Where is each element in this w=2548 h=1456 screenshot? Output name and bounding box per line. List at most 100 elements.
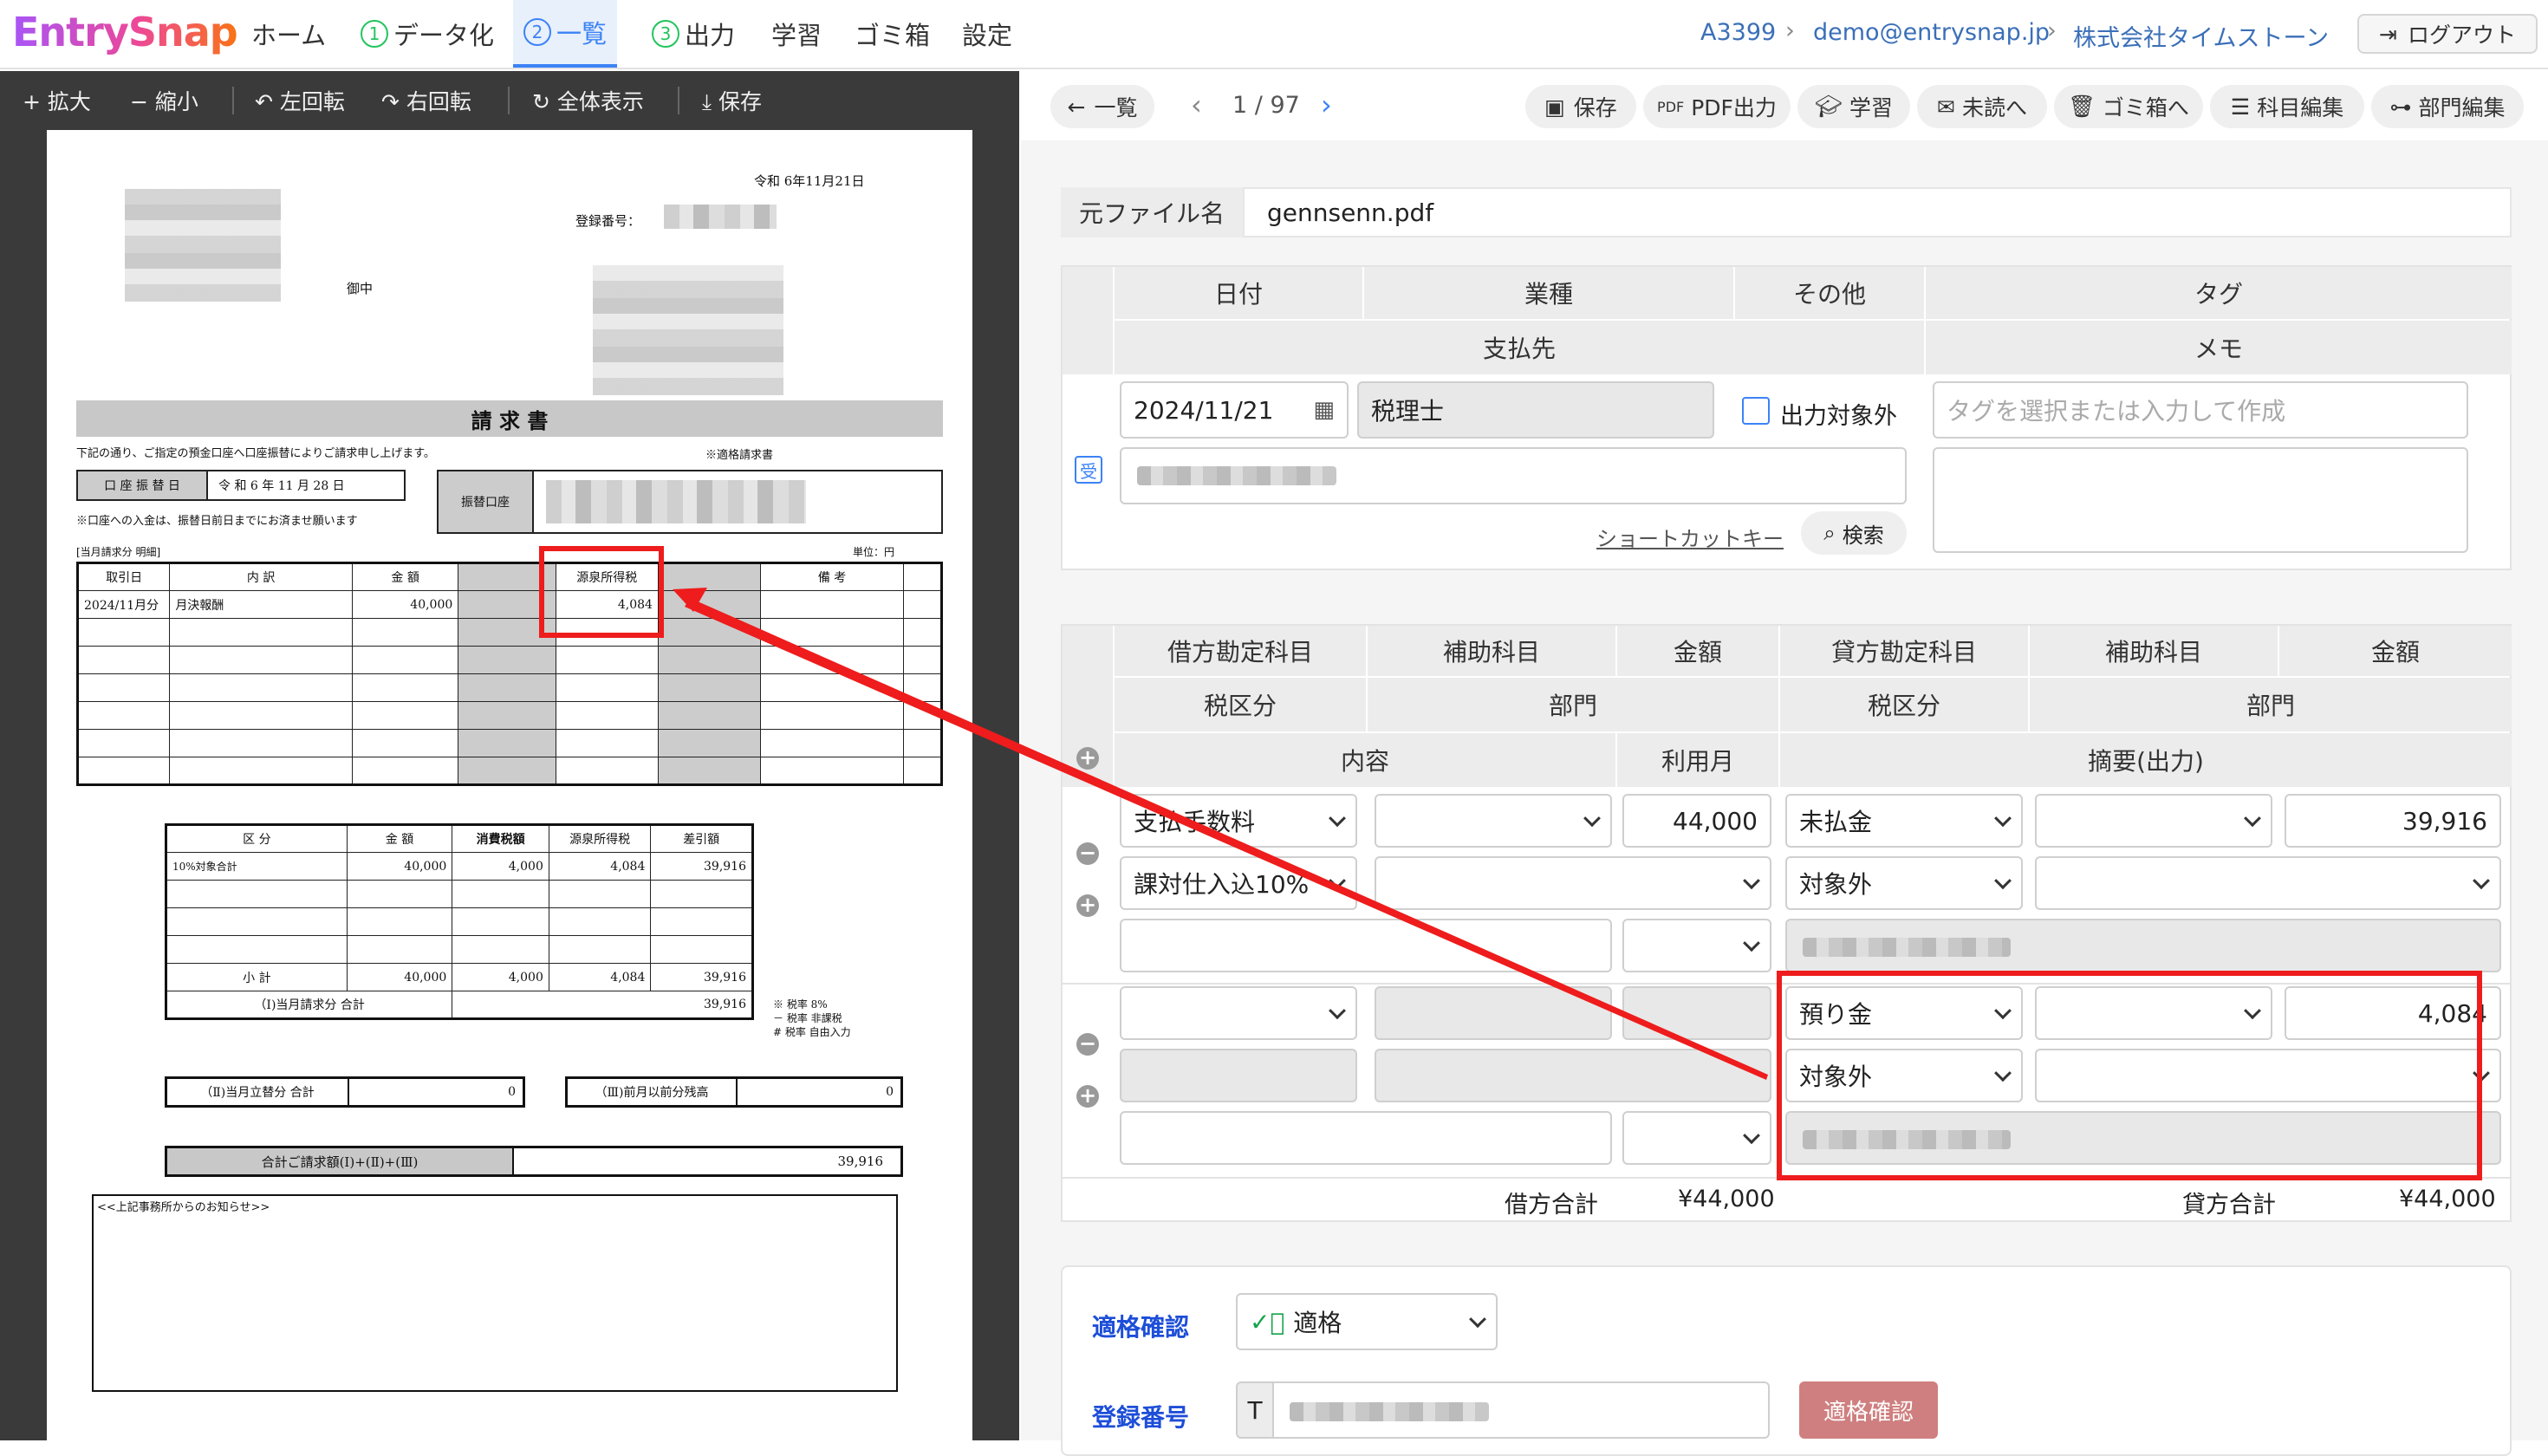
nav-step2[interactable]: 2 一覧	[513, 0, 618, 68]
plus-icon[interactable]: +	[1076, 894, 1099, 917]
summary-output[interactable]	[1785, 919, 2501, 972]
total3-label: （Ⅲ)前月以前分残高	[568, 1079, 738, 1105]
breadcrumb-user[interactable]: demo@entrysnap.jp	[1813, 19, 2050, 46]
exclude-checkbox[interactable]	[1742, 397, 1770, 425]
viewer-save-button[interactable]: ⤓ 保存	[702, 85, 762, 116]
next-page-icon[interactable]: ›	[1321, 88, 1332, 121]
summary-cell: 39,916	[650, 852, 753, 881]
app-logo[interactable]: EntrySnap	[12, 9, 238, 55]
debit-tax-select[interactable]	[1120, 1049, 1357, 1102]
viewer-save-label: 保存	[718, 89, 763, 114]
minus-icon[interactable]: −	[1076, 1033, 1099, 1056]
chevron-right-icon: ›	[2047, 17, 2057, 44]
qualify-value: 適格	[1293, 1309, 1342, 1337]
qualify-label: 適格確認	[1092, 1313, 1190, 1342]
nav-learn-label: 学習	[771, 21, 822, 50]
move-to-trash-button[interactable]: 🗑︎ ゴミ箱へ	[2054, 85, 2203, 128]
mark-unread-button[interactable]: ✉ 未読へ	[1917, 85, 2047, 128]
shortcut-link[interactable]: ショートカットキー	[1596, 522, 1784, 552]
debit-dept-select[interactable]	[1375, 856, 1771, 910]
nav-trash[interactable]: ゴミ箱	[855, 0, 930, 68]
debit-account-select[interactable]: 支払手数料	[1120, 794, 1357, 848]
fit-view-button[interactable]: ↻ 全体表示	[532, 85, 644, 116]
date-value: 2024/11/21	[1134, 395, 1274, 425]
zoom-out-button[interactable]: − 縮小	[130, 85, 198, 116]
pdf-export-button[interactable]: PDF PDF出力	[1643, 85, 1791, 128]
save-button[interactable]: ▣ 保存	[1525, 85, 1636, 128]
calendar-icon[interactable]: ▦	[1313, 397, 1335, 423]
nav-home[interactable]: ホーム	[251, 0, 326, 68]
debit-total-value: ¥44,000	[1678, 1186, 1775, 1212]
rotate-right-button[interactable]: ↷ 右回転	[381, 85, 471, 116]
detail-col: 内 訳	[169, 562, 353, 591]
check-circle-icon: ✓⃝	[1250, 1307, 1285, 1336]
nav-settings[interactable]: 設定	[962, 0, 1012, 68]
tag-input[interactable]: タグを選択または入力して作成	[1933, 381, 2468, 439]
logout-icon: ⇥	[2379, 21, 2397, 47]
debit-tax-value: 課対仕入込10%	[1134, 870, 1310, 899]
tax-legend: # 税率 自由入力	[773, 1026, 851, 1038]
edit-departments-button[interactable]: ⊶ 部門編集	[2371, 85, 2524, 128]
logout-button[interactable]: ⇥ ログアウト	[2357, 14, 2538, 54]
credit-sub-select[interactable]	[2035, 794, 2272, 848]
received-badge[interactable]: 受	[1075, 456, 1102, 484]
learn-button[interactable]: 🎓︎ 学習	[1797, 85, 1910, 128]
content-input[interactable]	[1120, 919, 1612, 972]
breadcrumb-account[interactable]: A3399	[1700, 19, 1776, 46]
detail-cell	[902, 590, 943, 619]
qualification-card: 適格確認 ✓⃝ 適格 登録番号 T 適格確認	[1061, 1265, 2512, 1456]
nav-learn[interactable]: 学習	[771, 0, 822, 68]
industry-value: 税理士	[1371, 397, 1445, 426]
chevron-down-icon	[1743, 1127, 1760, 1145]
minus-icon[interactable]: −	[1076, 842, 1099, 865]
debit-tax-select[interactable]: 課対仕入込10%	[1120, 856, 1357, 910]
header-gutter	[1063, 267, 1113, 374]
back-to-list-button[interactable]: ← 一覧	[1050, 85, 1154, 128]
registration-number-input[interactable]	[1272, 1381, 1770, 1439]
debit-sub-select[interactable]	[1375, 986, 1612, 1040]
table-row	[76, 701, 943, 730]
content-input[interactable]	[1120, 1111, 1612, 1165]
withholding-highlight	[539, 546, 664, 638]
debit-account-select[interactable]	[1120, 986, 1357, 1040]
debit-amount-input[interactable]	[1622, 986, 1771, 1040]
credit-dept-select[interactable]	[2035, 856, 2501, 910]
month-select[interactable]	[1622, 1111, 1771, 1165]
detail-col: 備 考	[760, 562, 904, 591]
qualify-select[interactable]: ✓⃝ 適格	[1236, 1293, 1498, 1350]
credit-tax-select[interactable]: 対象外	[1785, 856, 2023, 910]
month-select[interactable]	[1622, 919, 1771, 972]
back-to-list-label: 一覧	[1094, 95, 1138, 120]
search-button[interactable]: ⌕ 検索	[1801, 511, 1907, 555]
unit-label: 単位：円	[853, 546, 895, 558]
breadcrumb-company[interactable]: 株式会社タイムストーン	[2073, 19, 2329, 53]
date-input[interactable]: 2024/11/21 ▦	[1120, 381, 1349, 439]
registration-redacted	[664, 205, 777, 229]
payee-input[interactable]	[1120, 447, 1907, 504]
summary-cell: 40,000	[346, 852, 453, 881]
summary-cell: 40,000	[346, 963, 453, 991]
plus-icon[interactable]: +	[1076, 747, 1099, 770]
edit-accounts-button[interactable]: ☰ 科目編集	[2210, 85, 2364, 128]
debit-account-header: 借方勘定科目	[1115, 626, 1366, 676]
table-row: 2024/11月分 月決報酬 40,000 4,084	[76, 590, 943, 619]
prev-page-icon[interactable]: ‹	[1191, 88, 1202, 121]
qualify-check-button[interactable]: 適格確認	[1799, 1381, 1938, 1439]
total1-value: 39,916	[452, 991, 753, 1019]
debit-sub-header: 補助科目	[1368, 626, 1615, 676]
memo-header: メモ	[1926, 321, 2512, 374]
nav-step1[interactable]: 1 データ化	[361, 0, 494, 68]
plus-icon[interactable]: +	[1076, 1085, 1099, 1108]
industry-field[interactable]: 税理士	[1357, 381, 1714, 439]
zoom-in-button[interactable]: + 拡大	[23, 85, 91, 116]
file-name: gennsenn.pdf	[1243, 187, 2512, 237]
rotate-left-button[interactable]: ↶ 左回転	[255, 85, 345, 116]
nav-step3[interactable]: 3 出力	[652, 0, 735, 68]
debit-amount-input[interactable]: 44,000	[1622, 794, 1771, 848]
memo-input[interactable]	[1933, 447, 2468, 553]
credit-account-select[interactable]: 未払金	[1785, 794, 2023, 848]
debit-dept-select[interactable]	[1375, 1049, 1771, 1102]
credit-amount-input[interactable]: 39,916	[2285, 794, 2501, 848]
subtotal-row: 小 計 40,000 4,000 4,084 39,916	[166, 963, 753, 991]
debit-sub-select[interactable]	[1375, 794, 1612, 848]
